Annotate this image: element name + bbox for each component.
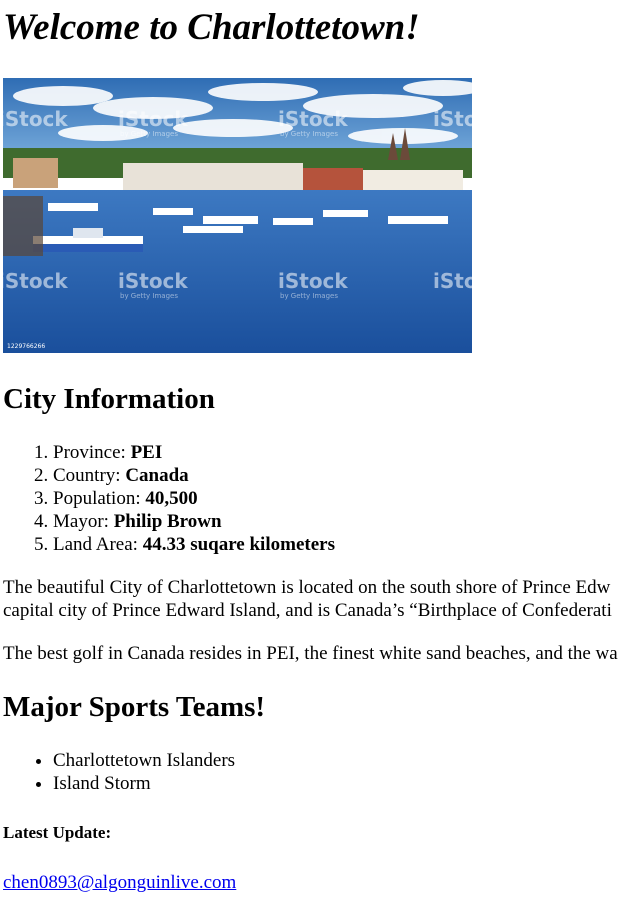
svg-text:by Getty Images: by Getty Images [120, 292, 178, 300]
hero-image: iStock iStock iStock iStock iStock iStoc… [3, 78, 472, 353]
svg-text:iStock: iStock [3, 269, 68, 293]
svg-text:by Getty Images: by Getty Images [280, 130, 338, 138]
email-link[interactable]: chen0893@algonguinlive.com [3, 871, 236, 894]
city-info-list: Province: PEI Country: Canada Population… [3, 441, 335, 556]
svg-text:iStock: iStock [433, 269, 472, 293]
svg-text:iStock: iStock [3, 107, 68, 131]
svg-text:iStock: iStock [118, 107, 188, 131]
page-title: Welcome to Charlottetown! [3, 7, 420, 48]
intro-paragraph: The beautiful City of Charlottetown is l… [3, 577, 612, 621]
list-item: Mayor: Philip Brown [53, 510, 335, 533]
list-item: Province: PEI [53, 441, 335, 464]
svg-text:by Getty Images: by Getty Images [120, 130, 178, 138]
svg-text:iStock: iStock [118, 269, 188, 293]
svg-text:iStock: iStock [278, 107, 348, 131]
list-item: Island Storm [53, 772, 235, 795]
svg-text:iStock: iStock [278, 269, 348, 293]
svg-text:by Getty Images: by Getty Images [280, 292, 338, 300]
list-item: Population: 40,500 [53, 487, 335, 510]
city-info-heading: City Information [3, 383, 215, 415]
sports-list: Charlottetown Islanders Island Storm [3, 749, 235, 795]
sports-heading: Major Sports Teams! [3, 691, 266, 723]
svg-text:iStock: iStock [433, 107, 472, 131]
list-item: Charlottetown Islanders [53, 749, 235, 772]
list-item: Country: Canada [53, 464, 335, 487]
latest-update-label: Latest Update: [3, 823, 112, 842]
image-id: 1229766266 [7, 343, 45, 350]
golf-paragraph: The best golf in Canada resides in PEI, … [3, 643, 618, 664]
list-item: Land Area: 44.33 suqare kilometers [53, 533, 335, 556]
